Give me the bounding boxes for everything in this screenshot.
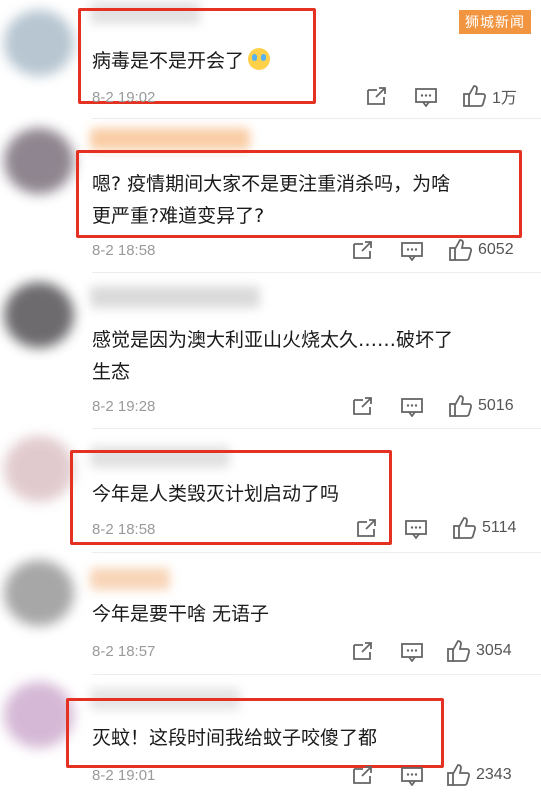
like-button[interactable]: 5016: [448, 394, 514, 418]
comment-time: 8-2 18:58: [92, 242, 156, 259]
thumbs-up-icon: [452, 516, 478, 540]
comment-time: 8-2 18:58: [92, 521, 156, 538]
divider: [92, 272, 541, 273]
avatar[interactable]: [4, 560, 74, 626]
reply-icon[interactable]: [414, 87, 438, 107]
reply-icon[interactable]: [400, 241, 424, 261]
comment-text: 感觉是因为澳大利亚山火烧太久……破坏了 生态: [92, 329, 454, 383]
thumbs-up-icon: [446, 639, 472, 663]
comment-text: 病毒是不是开会了: [92, 45, 271, 77]
comment-text: 今年是要干啥 无语子: [92, 603, 270, 625]
comment-time: 8-2 18:57: [92, 643, 156, 660]
reply-icon[interactable]: [400, 766, 424, 786]
like-button[interactable]: 3054: [446, 639, 512, 663]
username-blurred[interactable]: [90, 688, 240, 710]
comment-time: 8-2 19:02: [92, 89, 156, 106]
share-icon[interactable]: [356, 518, 378, 538]
thumbs-up-icon: [448, 394, 474, 418]
share-icon[interactable]: [352, 396, 374, 416]
divider: [92, 428, 541, 429]
share-icon[interactable]: [352, 240, 374, 260]
crying-laugh-emoji-icon: [248, 48, 271, 70]
like-count: 5016: [478, 397, 514, 414]
divider: [92, 674, 541, 675]
avatar[interactable]: [4, 682, 74, 748]
avatar[interactable]: [4, 282, 74, 348]
thumbs-up-icon: [446, 763, 472, 787]
like-button[interactable]: 1万: [462, 84, 517, 108]
avatar[interactable]: [4, 128, 74, 194]
share-icon[interactable]: [352, 765, 374, 785]
like-count: 6052: [478, 241, 514, 258]
comment-text: 灭蚊！这段时间我给蚊子咬傻了都: [92, 727, 378, 749]
avatar[interactable]: [4, 436, 74, 502]
username-blurred[interactable]: [90, 286, 260, 308]
reply-icon[interactable]: [400, 642, 424, 662]
comment-text: 嗯? 疫情期间大家不是更注重消杀吗，为啥 更严重?难道变异了?: [92, 173, 451, 227]
avatar[interactable]: [4, 10, 74, 76]
like-count: 5114: [482, 519, 517, 536]
thumbs-up-icon: [462, 84, 488, 108]
comment-time: 8-2 19:28: [92, 398, 156, 415]
reply-icon[interactable]: [400, 397, 424, 417]
like-button[interactable]: 6052: [448, 238, 514, 262]
like-count: 3054: [476, 642, 512, 659]
reply-icon[interactable]: [404, 519, 428, 539]
username-blurred[interactable]: [90, 128, 250, 150]
share-icon[interactable]: [352, 641, 374, 661]
username-blurred[interactable]: [90, 446, 230, 468]
username-blurred[interactable]: [90, 2, 200, 24]
like-count: 2343: [476, 766, 512, 783]
like-button[interactable]: 5114: [452, 516, 516, 540]
like-button[interactable]: 2343: [446, 763, 512, 787]
comment-time: 8-2 19:01: [92, 767, 156, 784]
divider: [92, 552, 541, 553]
watermark: 狮城新闻: [459, 10, 531, 34]
comment-text: 今年是人类毁灭计划启动了吗: [92, 483, 340, 505]
username-blurred[interactable]: [90, 568, 170, 590]
thumbs-up-icon: [448, 238, 474, 262]
divider: [92, 118, 541, 119]
like-count: 1万: [492, 90, 517, 107]
share-icon[interactable]: [366, 86, 388, 106]
